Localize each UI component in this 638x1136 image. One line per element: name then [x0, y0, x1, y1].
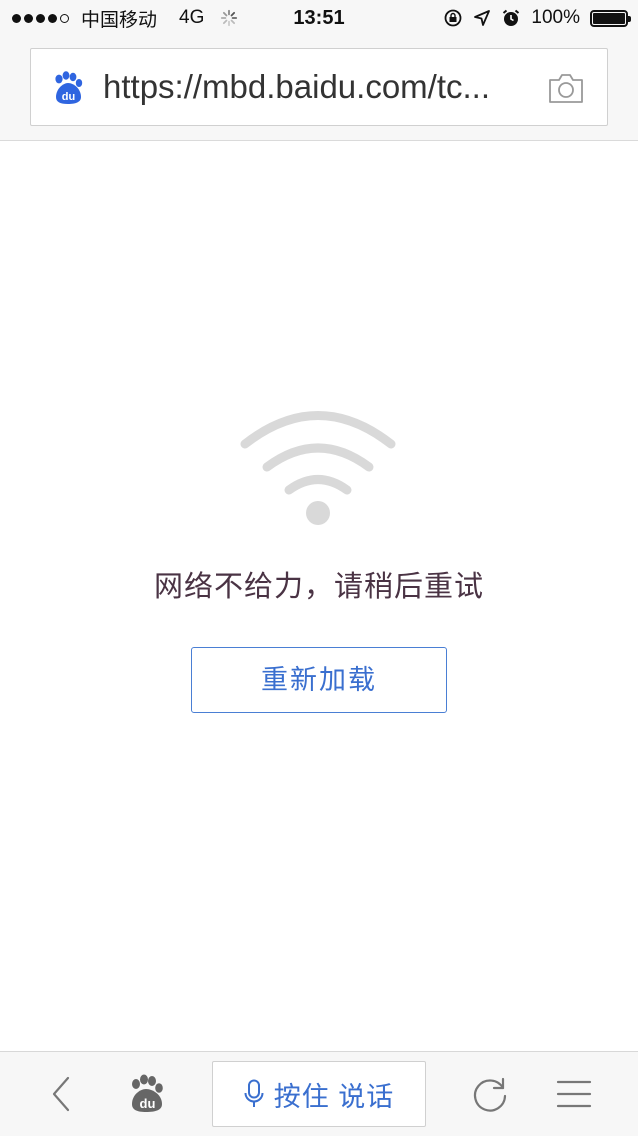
refresh-icon[interactable]: [470, 1074, 510, 1114]
battery-icon: [590, 9, 631, 27]
alarm-icon: [503, 9, 520, 26]
url-text[interactable]: https://mbd.baidu.com/tc...: [103, 49, 523, 125]
baidu-paw-icon[interactable]: du: [127, 1074, 167, 1114]
camera-icon[interactable]: [547, 71, 585, 105]
bottom-toolbar: du 按住 说话: [0, 1051, 638, 1136]
error-message: 网络不给力，请稍后重试: [153, 571, 484, 603]
svg-text:du: du: [62, 91, 75, 103]
error-page: 网络不给力，请稍后重试 重新加载: [0, 141, 638, 1051]
address-bar[interactable]: du https://mbd.baidu.com/tc...: [30, 48, 608, 126]
status-bar: 中国移动 4G 13:51 100%: [0, 0, 638, 36]
battery-percent: 100%: [531, 7, 580, 28]
location-arrow-icon: [474, 10, 491, 26]
rotation-lock-icon: [444, 9, 462, 27]
reload-button[interactable]: 重新加载: [191, 647, 447, 713]
voice-search-button[interactable]: 按住 说话: [212, 1061, 426, 1127]
wifi-icon: [240, 411, 396, 525]
hamburger-menu-icon[interactable]: [556, 1078, 592, 1110]
svg-text:du: du: [140, 1096, 156, 1111]
voice-search-label: 按住 说话: [273, 1081, 395, 1112]
microphone-icon: [244, 1079, 264, 1107]
back-chevron-icon[interactable]: [44, 1074, 78, 1114]
address-bar-area: du https://mbd.baidu.com/tc...: [0, 36, 638, 141]
baidu-paw-icon: du: [55, 71, 83, 104]
